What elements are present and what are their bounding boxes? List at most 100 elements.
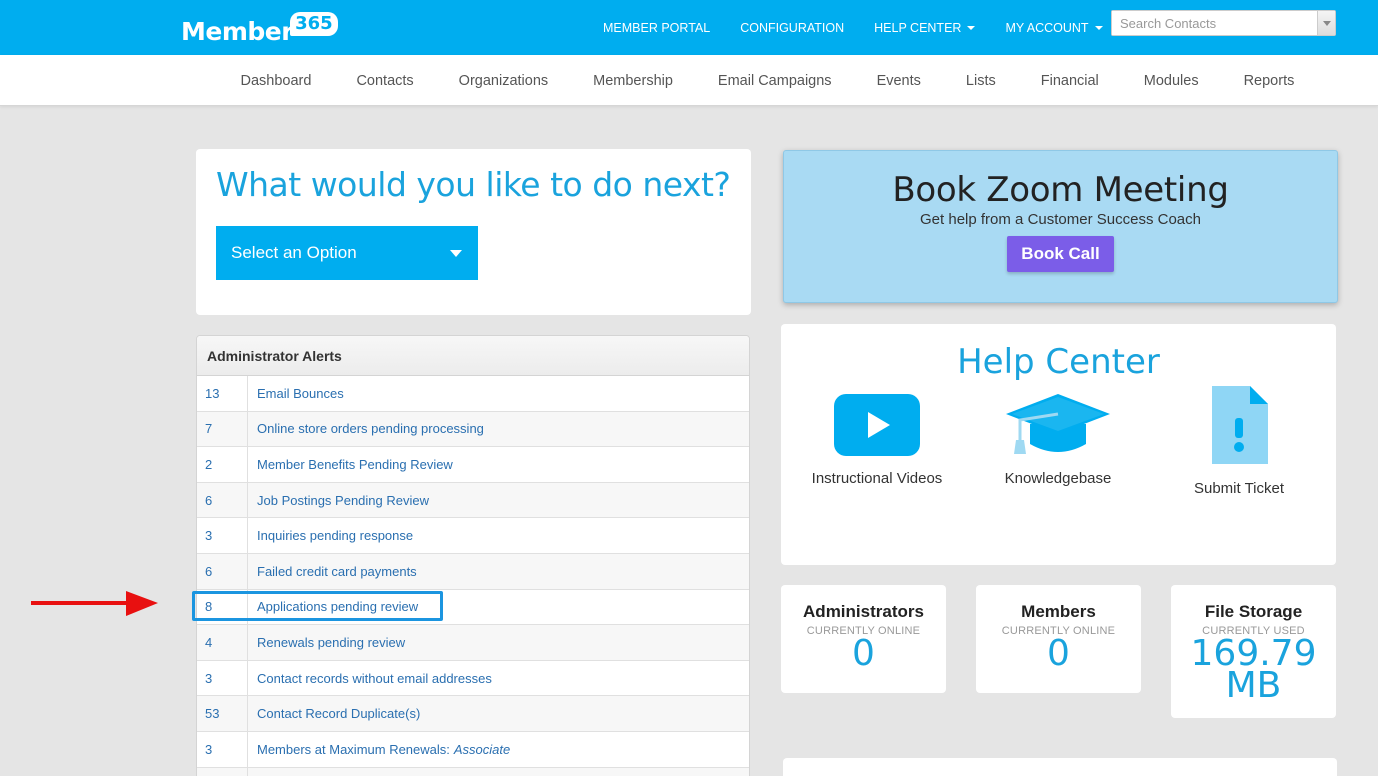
top-nav-label: CONFIGURATION: [740, 20, 845, 35]
alert-label-text: Email Bounces: [257, 385, 344, 401]
member365-logo[interactable]: Member 365: [181, 6, 341, 46]
alert-label-text: Members at Maximum Renewals:: [257, 741, 450, 757]
alert-row[interactable]: 6 Failed credit card payments: [197, 553, 749, 590]
alert-row[interactable]: 13 Email Bounces: [197, 376, 749, 412]
alert-count: 2: [197, 447, 248, 482]
top-nav-help-center[interactable]: HELP CENTER: [874, 20, 976, 35]
book-call-button[interactable]: Book Call: [1007, 236, 1114, 272]
alert-row[interactable]: 4 Renewals pending review: [197, 625, 749, 661]
next-action-panel: What would you like to do next? Select a…: [196, 149, 751, 315]
alert-label[interactable]: Contact Record Duplicate(s): [248, 696, 420, 731]
alert-row[interactable]: 2 Member Benefits Pending Review: [197, 447, 749, 483]
logo-badge: 365: [290, 12, 338, 36]
stat-value: 0: [852, 633, 875, 674]
stat-title: File Storage: [1204, 602, 1303, 621]
search-input[interactable]: [1112, 11, 1317, 35]
alert-label[interactable]: Members at Maximum Renewals: Associate: [248, 732, 510, 767]
select-option-label: Select an Option: [231, 243, 357, 262]
alert-label-text: Renewals pending review: [257, 634, 406, 650]
help-item-label: Submit Ticket: [1193, 480, 1285, 497]
stat-unit: MB: [1225, 664, 1282, 706]
alert-label[interactable]: Applications pending review: [248, 590, 418, 625]
alert-label[interactable]: Contact records without email addresses: [248, 661, 492, 696]
submit-ticket-link[interactable]: Submit Ticket: [1159, 386, 1319, 497]
zoom-subtitle: Get help from a Customer Success Coach: [920, 211, 1201, 228]
help-center-title: Help Center: [957, 342, 1160, 382]
nav-membership[interactable]: Membership: [571, 73, 696, 89]
alert-label-text: Job Postings Pending Review: [257, 492, 429, 508]
graduation-cap-icon: [1006, 394, 1110, 454]
alert-row[interactable]: 3 Members at Maximum Renewals: Associate: [197, 731, 749, 768]
alert-label[interactable]: Email Bounces: [248, 376, 344, 411]
top-nav-member-portal[interactable]: MEMBER PORTAL: [603, 21, 710, 35]
alert-count: [197, 767, 248, 776]
help-item-label: Instructional Videos: [811, 470, 943, 487]
nav-reports[interactable]: Reports: [1221, 73, 1317, 89]
search-dropdown-button[interactable]: [1317, 11, 1335, 35]
select-option-dropdown[interactable]: Select an Option: [216, 226, 478, 280]
caret-down-icon: [450, 249, 462, 257]
stat-title: Members: [1021, 602, 1096, 621]
alert-label[interactable]: Failed credit card payments: [248, 554, 417, 589]
alert-row[interactable]: 3 Contact records without email addresses: [197, 660, 749, 697]
alert-row[interactable]: 6 Job Postings Pending Review: [197, 482, 749, 519]
help-center-panel: Help Center Instructional Videos Knowled…: [781, 324, 1336, 565]
alert-label-text: Inquiries pending response: [257, 528, 414, 544]
top-bar: Member 365 MEMBER PORTAL CONFIGURATION H…: [0, 0, 1378, 55]
alert-label-text: Contact records without email addresses: [257, 670, 492, 686]
top-nav-label: HELP CENTER: [874, 20, 962, 35]
knowledgebase-link[interactable]: Knowledgebase: [978, 394, 1138, 487]
nav-dashboard[interactable]: Dashboard: [218, 73, 334, 89]
top-nav-my-account[interactable]: MY ACCOUNT: [1005, 20, 1103, 35]
top-nav: MEMBER PORTAL CONFIGURATION HELP CENTER …: [603, 0, 1133, 55]
stat-title: Administrators: [803, 602, 924, 621]
stat-administrators: Administrators CURRENTLY ONLINE 0: [781, 585, 946, 693]
alert-count: 13: [197, 376, 248, 411]
video-play-icon: [834, 394, 920, 456]
top-nav-label: MY ACCOUNT: [1005, 20, 1089, 35]
alert-label-suffix: Associate: [453, 741, 511, 757]
nav-email-campaigns[interactable]: Email Campaigns: [695, 73, 854, 89]
administrator-alerts: Administrator Alerts 13 Email Bounces 7 Onl…: [196, 335, 750, 776]
alert-count: 3: [197, 518, 248, 553]
alert-count: 3: [197, 660, 248, 696]
stat-file-storage: File Storage CURRENTLY USED 169.79 MB: [1171, 585, 1336, 718]
alert-count: 7: [197, 411, 248, 447]
ticket-document-icon: [1212, 386, 1268, 464]
nav-lists[interactable]: Lists: [943, 73, 1018, 89]
red-arrow-icon: [31, 591, 158, 616]
instructional-videos-link[interactable]: Instructional Videos: [797, 394, 957, 487]
alert-label-text: Failed credit card payments: [257, 563, 417, 579]
nav-organizations[interactable]: Organizations: [436, 73, 570, 89]
alert-row[interactable]: 8 Applications pending review: [197, 589, 749, 626]
nav-financial[interactable]: Financial: [1018, 73, 1121, 89]
top-nav-label: MEMBER PORTAL: [603, 20, 711, 35]
alert-row[interactable]: 53 Contact Record Duplicate(s): [197, 696, 749, 732]
bottom-panel: [783, 758, 1337, 776]
chevron-down-icon: [1322, 20, 1331, 26]
book-zoom-banner: Book Zoom Meeting Get help from a Custom…: [783, 150, 1338, 303]
caret-down-icon: [1094, 25, 1103, 30]
alert-row[interactable]: 3 Inquiries pending response: [197, 518, 749, 554]
alert-label[interactable]: [248, 768, 257, 776]
alert-label[interactable]: Job Postings Pending Review: [248, 483, 429, 518]
alert-count: 6: [197, 482, 248, 518]
nav-contacts[interactable]: Contacts: [334, 73, 436, 89]
nav-events[interactable]: Events: [854, 73, 943, 89]
alert-label[interactable]: Online store orders pending processing: [248, 412, 484, 447]
alert-label[interactable]: Renewals pending review: [248, 625, 405, 660]
caret-down-icon: [967, 25, 976, 30]
main-nav: Dashboard Contacts Organizations Members…: [0, 55, 1378, 106]
alert-count: 4: [197, 625, 248, 660]
stat-value: 0: [1047, 633, 1070, 674]
nav-modules[interactable]: Modules: [1121, 73, 1221, 89]
top-nav-configuration[interactable]: CONFIGURATION: [740, 21, 844, 35]
alert-row[interactable]: [197, 767, 749, 776]
logo-text: Member: [181, 17, 294, 46]
alert-label[interactable]: Member Benefits Pending Review: [248, 447, 453, 482]
alert-count: 6: [197, 553, 248, 589]
alert-row[interactable]: 7 Online store orders pending processing: [197, 411, 749, 448]
alert-label[interactable]: Inquiries pending response: [248, 518, 413, 553]
alert-label-text: Online store orders pending processing: [257, 421, 484, 437]
alert-count: 53: [197, 696, 248, 731]
